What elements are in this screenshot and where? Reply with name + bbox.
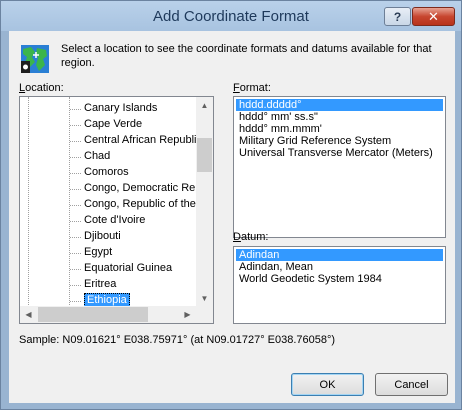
close-button[interactable]: ✕	[412, 7, 455, 26]
format-list-item[interactable]: hddd° mm.mmm'	[236, 123, 443, 135]
intro-text: Select a location to see the coordinate …	[61, 43, 432, 69]
dialog-body: Select a location to see the coordinate …	[9, 31, 455, 403]
format-label: Format:	[233, 82, 271, 94]
scrollbar-corner	[196, 306, 213, 323]
format-list-item[interactable]: Military Grid Reference System	[236, 135, 443, 147]
globe-map-icon	[21, 45, 49, 73]
tree-item[interactable]: Chad	[70, 149, 205, 165]
tree-item[interactable]: Comoros	[70, 165, 205, 181]
datum-list-item[interactable]: World Geodetic System 1984	[236, 273, 443, 285]
format-list[interactable]: hddd.ddddd° hddd° mm' ss.s" hddd° mm.mmm…	[233, 96, 446, 238]
datum-list-item-selected[interactable]: Adindan	[236, 249, 443, 261]
tree-item[interactable]: Central African Republic	[70, 133, 205, 149]
sample-coordinates: Sample: N09.01621° E038.75971° (at N09.0…	[19, 334, 336, 346]
ok-button[interactable]: OK	[291, 373, 364, 396]
datum-list[interactable]: Adindan Adindan, Mean World Geodetic Sys…	[233, 246, 446, 324]
tree-item[interactable]: Cape Verde	[70, 117, 205, 133]
format-list-item[interactable]: Universal Transverse Mercator (Meters)	[236, 147, 443, 159]
location-label: Location:	[19, 82, 64, 94]
location-tree[interactable]: Canary Islands Cape Verde Central Africa…	[19, 96, 214, 324]
format-list-item[interactable]: hddd° mm' ss.s"	[236, 111, 443, 123]
scroll-right-arrow-icon[interactable]: ▶	[179, 306, 196, 323]
tree-item[interactable]: Djibouti	[70, 229, 205, 245]
tree-item[interactable]: Equatorial Guinea	[70, 261, 205, 277]
help-button[interactable]: ?	[384, 7, 411, 26]
tree-item[interactable]: Eritrea	[70, 277, 205, 293]
tree-item[interactable]: Congo, Democratic Rep	[70, 181, 205, 197]
datum-list-item[interactable]: Adindan, Mean	[236, 261, 443, 273]
datum-label: Datum:	[233, 231, 269, 243]
tree-item[interactable]: Egypt	[70, 245, 205, 261]
tree-item[interactable]: Cote d'Ivoire	[70, 213, 205, 229]
tree-line	[28, 97, 29, 307]
title-bar[interactable]: Add Coordinate Format ? ✕	[1, 1, 461, 31]
vertical-scroll-thumb[interactable]	[197, 138, 212, 172]
location-horizontal-scrollbar[interactable]: ◀ ▶	[20, 306, 196, 323]
scroll-down-arrow-icon[interactable]: ▼	[196, 290, 213, 307]
format-list-item-selected[interactable]: hddd.ddddd°	[236, 99, 443, 111]
add-coordinate-format-dialog: Add Coordinate Format ? ✕ Select a locat…	[0, 0, 462, 410]
tree-item[interactable]: Congo, Republic of the	[70, 197, 205, 213]
scroll-up-arrow-icon[interactable]: ▲	[196, 97, 213, 114]
location-vertical-scrollbar[interactable]: ▲ ▼	[196, 97, 213, 307]
cancel-button[interactable]: Cancel	[375, 373, 448, 396]
scroll-left-arrow-icon[interactable]: ◀	[20, 306, 37, 323]
tree-item[interactable]: Canary Islands	[70, 101, 205, 117]
horizontal-scroll-thumb[interactable]	[38, 307, 148, 322]
